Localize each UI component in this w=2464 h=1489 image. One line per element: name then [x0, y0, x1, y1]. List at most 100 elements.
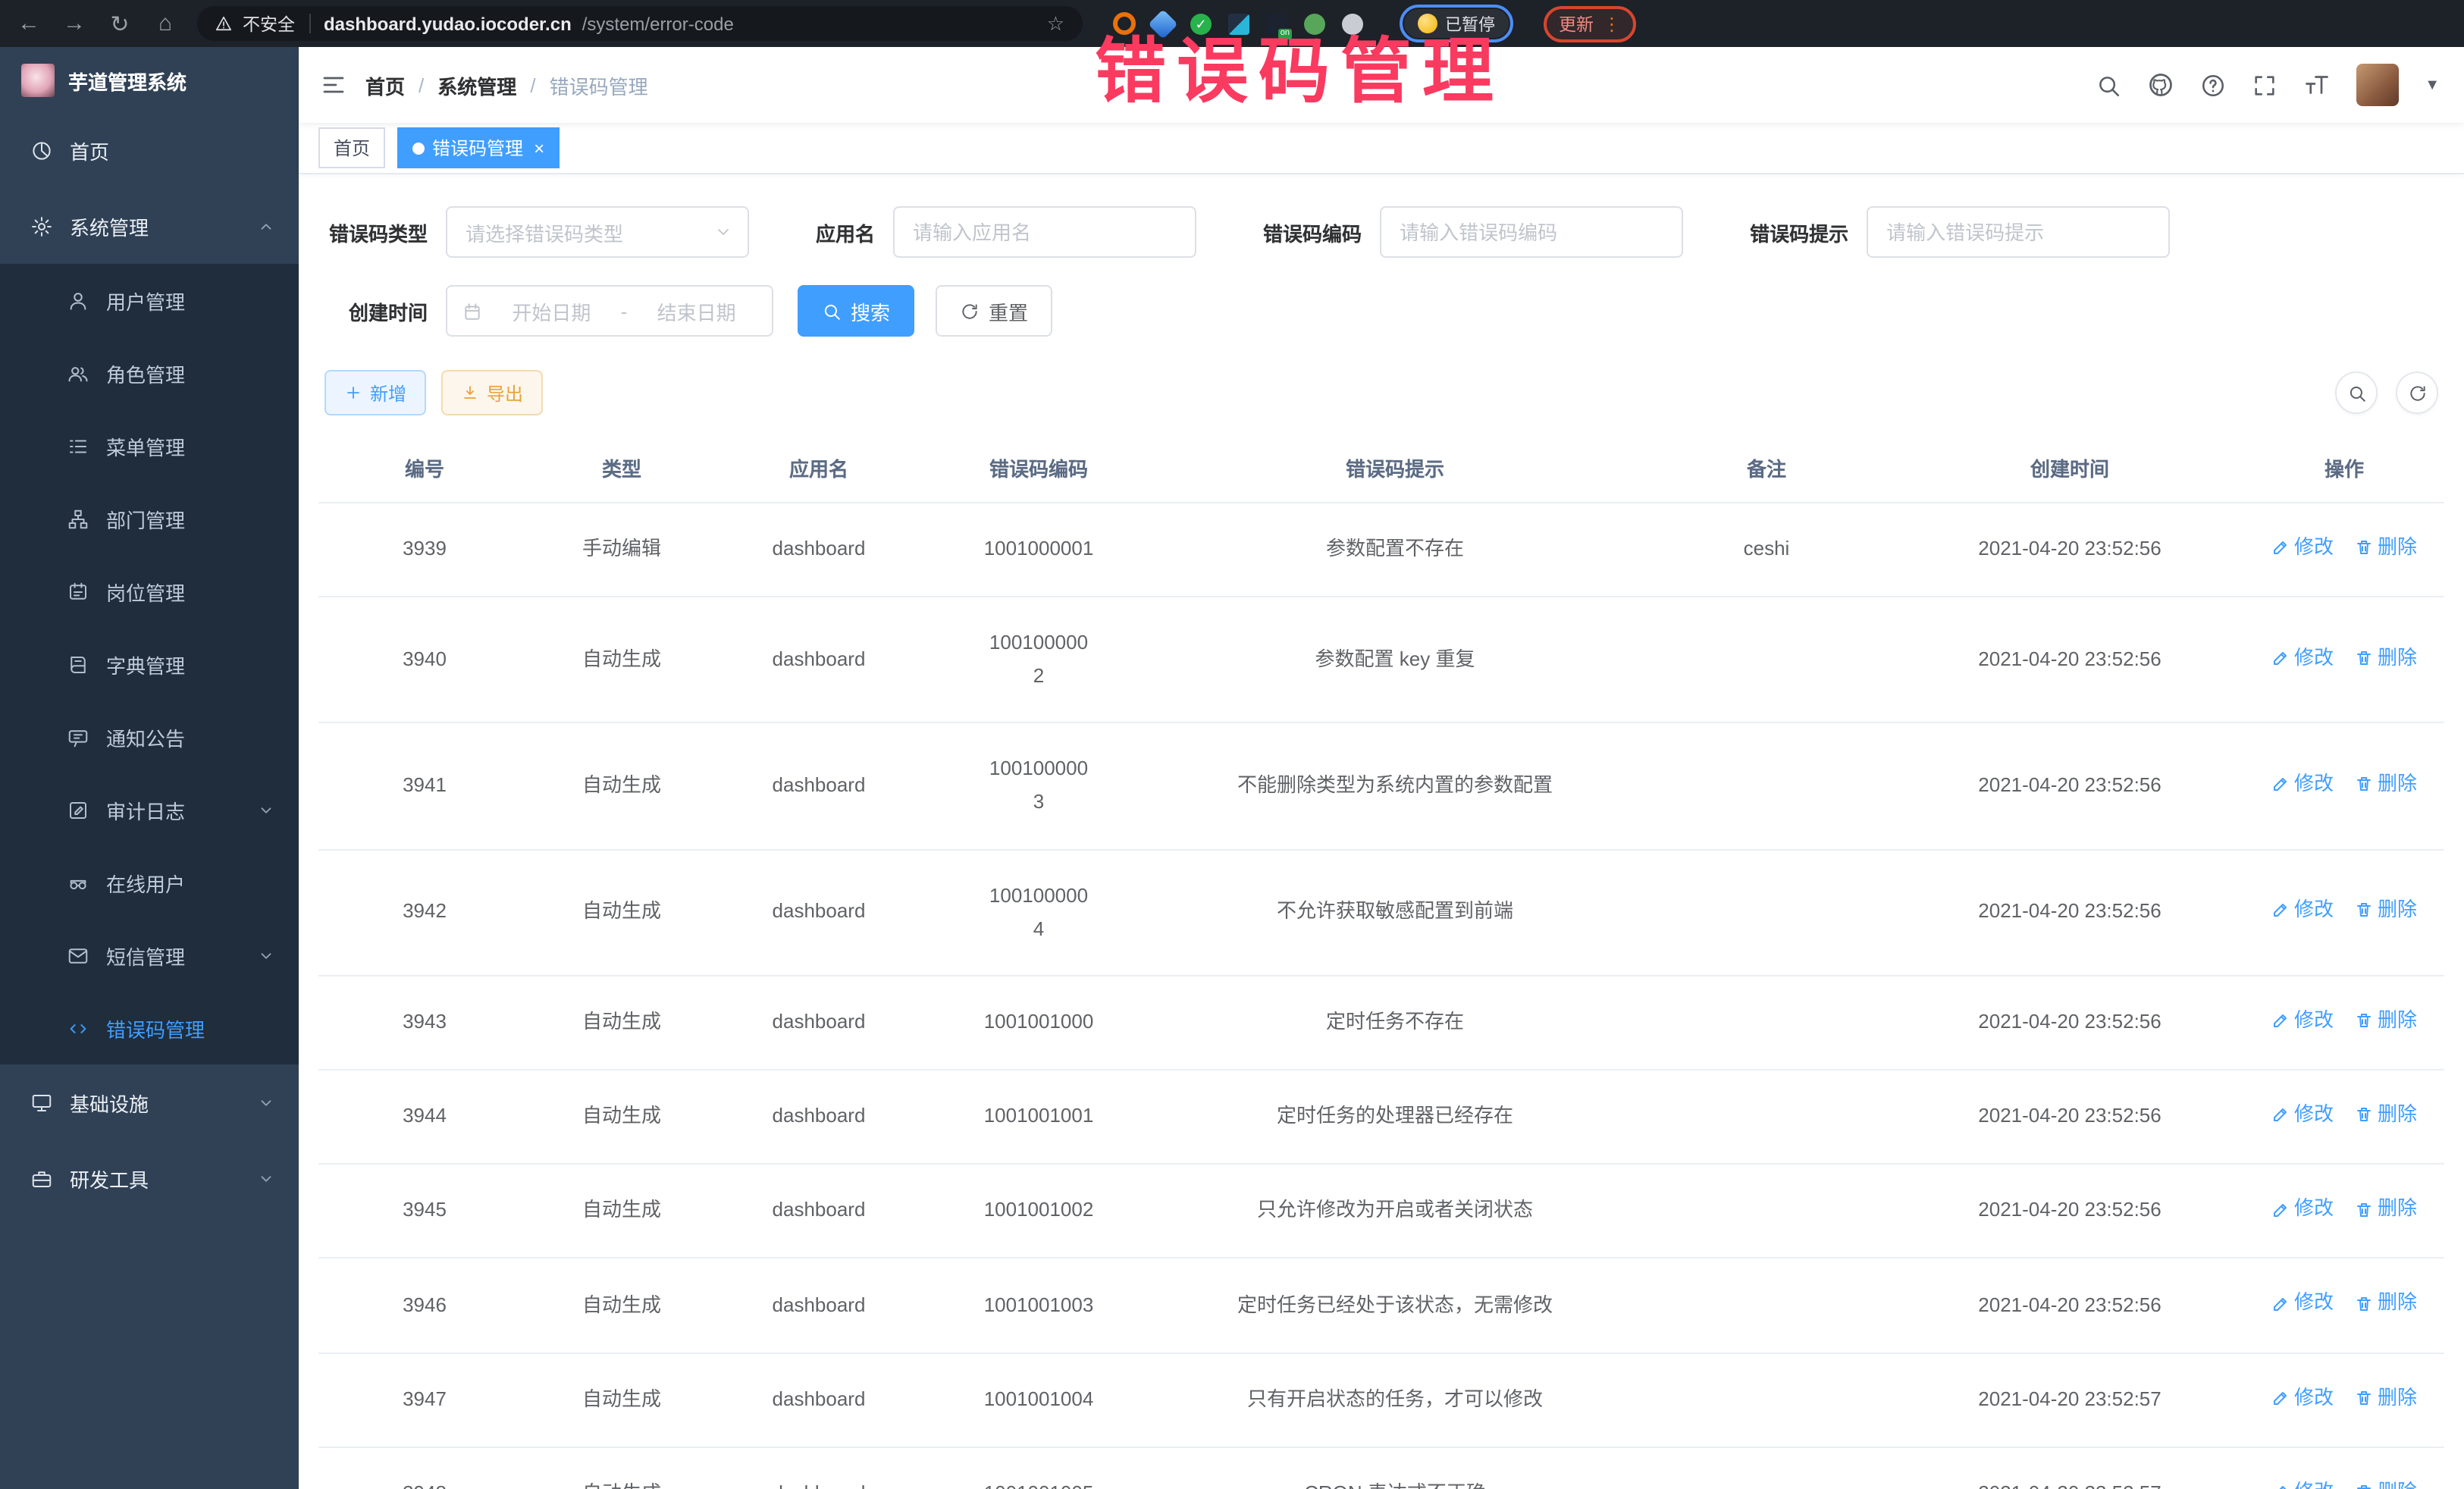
extension-grid-icon[interactable] [1228, 13, 1249, 34]
help-icon[interactable] [2200, 72, 2226, 98]
sidebar-item-角色管理[interactable]: 角色管理 [0, 337, 299, 409]
edit-button[interactable]: 修改 [2271, 1476, 2334, 1489]
navbar-actions: ▼ [2096, 64, 2464, 106]
browser-reload-icon[interactable]: ↻ [106, 10, 133, 37]
breadcrumb-item[interactable]: 首页 [365, 71, 405, 99]
error-code-input[interactable] [1381, 221, 1682, 243]
cell-msg: 参数配置 key 重复 [1152, 597, 1638, 723]
date-range-picker[interactable]: 开始日期 - 结束日期 [446, 285, 773, 337]
edit-button[interactable]: 修改 [2271, 895, 2334, 926]
refresh-table-button[interactable] [2396, 371, 2438, 414]
delete-button[interactable]: 删除 [2355, 642, 2417, 674]
cell-remark [1638, 597, 1895, 723]
add-button[interactable]: 新增 [324, 370, 426, 415]
browser-forward-icon[interactable]: → [61, 11, 88, 36]
filter-error-code: 错误码编码 [1263, 206, 1683, 258]
delete-button[interactable]: 删除 [2355, 1288, 2417, 1320]
edit-button[interactable]: 修改 [2271, 1005, 2334, 1037]
users-icon [67, 362, 89, 384]
sidebar-item-用户管理[interactable]: 用户管理 [0, 264, 299, 337]
edit-button[interactable]: 修改 [2271, 1099, 2334, 1131]
edit-button[interactable]: 修改 [2271, 532, 2334, 564]
browser-update-button[interactable]: 更新 [1559, 11, 1594, 36]
cell-created: 2021-04-20 23:52:56 [1895, 723, 2244, 849]
delete-button[interactable]: 删除 [2355, 1099, 2417, 1131]
extension-on-switch-icon[interactable]: on [1266, 13, 1287, 34]
error-msg-input[interactable] [1868, 221, 2168, 243]
sidebar-item-审计日志[interactable]: 审计日志 [0, 773, 299, 846]
delete-button[interactable]: 删除 [2355, 1382, 2417, 1414]
fullscreen-icon[interactable] [2252, 72, 2277, 98]
reset-button[interactable]: 重置 [936, 285, 1052, 337]
filter-create-time: 创建时间 开始日期 - 结束日期 [324, 285, 773, 337]
tab-错误码管理[interactable]: 错误码管理× [397, 127, 560, 168]
cell-operations: 修改删除 [2244, 1164, 2444, 1258]
delete-button[interactable]: 删除 [2355, 769, 2417, 801]
sidebar-item-岗位管理[interactable]: 岗位管理 [0, 555, 299, 628]
sidebar-item-在线用户[interactable]: 在线用户 [0, 846, 299, 919]
delete-button[interactable]: 删除 [2355, 532, 2417, 564]
font-size-icon[interactable] [2303, 71, 2331, 99]
export-button[interactable]: 导出 [441, 370, 543, 415]
error-type-select[interactable]: 请选择错误码类型 [446, 206, 749, 258]
edit-button[interactable]: 修改 [2271, 642, 2334, 674]
column-header-编号: 编号 [318, 434, 531, 503]
user-avatar[interactable] [2356, 64, 2399, 106]
browser-back-icon[interactable]: ← [15, 11, 42, 36]
sidebar-item-字典管理[interactable]: 字典管理 [0, 628, 299, 701]
chevron-down-icon [258, 801, 274, 818]
browser-home-icon[interactable]: ⌂ [152, 11, 179, 36]
address-bar[interactable]: 不安全 dashboard.yudao.iocoder.cn/system/er… [197, 6, 1083, 41]
delete-button[interactable]: 删除 [2355, 1005, 2417, 1037]
sidebar-item-错误码管理[interactable]: 错误码管理 [0, 992, 299, 1064]
github-icon[interactable] [2147, 71, 2174, 99]
extension-orange-ring-icon[interactable] [1113, 12, 1136, 35]
breadcrumb-item[interactable]: 系统管理 [437, 71, 516, 99]
edit-button[interactable]: 修改 [2271, 769, 2334, 801]
extension-green-check-icon[interactable] [1190, 13, 1212, 34]
table-row: 3940自动生成dashboard1001000002参数配置 key 重复20… [318, 597, 2444, 723]
sidebar-item-label: 角色管理 [106, 359, 185, 387]
sidebar-item-系统管理[interactable]: 系统管理 [0, 188, 299, 264]
edit-icon [2271, 901, 2290, 920]
toggle-search-button[interactable] [2335, 371, 2378, 414]
browser-menu-icon[interactable]: ⋮ [1603, 13, 1621, 34]
app-name-input[interactable] [895, 221, 1195, 243]
dashboard-icon [30, 139, 53, 161]
cell-app: dashboard [713, 1164, 925, 1258]
delete-button[interactable]: 删除 [2355, 895, 2417, 926]
cell-app: dashboard [713, 1447, 925, 1489]
cell-id: 3945 [318, 1164, 531, 1258]
delete-button[interactable]: 删除 [2355, 1476, 2417, 1489]
cell-type: 自动生成 [531, 849, 713, 975]
delete-button[interactable]: 删除 [2355, 1193, 2417, 1225]
search-button[interactable]: 搜索 [798, 285, 914, 337]
sidebar-item-短信管理[interactable]: 短信管理 [0, 919, 299, 992]
extension-blue-gem-icon[interactable] [1148, 8, 1178, 39]
tools-icon [30, 1167, 53, 1190]
close-icon[interactable]: × [534, 137, 544, 158]
filter-error-type: 错误码类型 请选择错误码类型 [324, 206, 749, 258]
sidebar-item-基础设施[interactable]: 基础设施 [0, 1064, 299, 1140]
sidebar-item-部门管理[interactable]: 部门管理 [0, 482, 299, 555]
hamburger-icon[interactable] [320, 71, 347, 99]
trash-icon [2355, 776, 2373, 794]
profile-paused-badge[interactable]: 已暂停 [1404, 9, 1509, 38]
cell-msg: 定时任务不存在 [1152, 976, 1638, 1070]
sidebar-item-研发工具[interactable]: 研发工具 [0, 1140, 299, 1216]
menutree-icon [67, 434, 89, 457]
bookmark-star-icon[interactable]: ☆ [1047, 11, 1064, 36]
tab-首页[interactable]: 首页 [318, 127, 385, 168]
sidebar-item-通知公告[interactable]: 通知公告 [0, 701, 299, 773]
extension-gray-puzzle-icon[interactable] [1342, 13, 1363, 34]
extension-green-icon[interactable] [1304, 13, 1325, 34]
edit-button[interactable]: 修改 [2271, 1382, 2334, 1414]
edit-button[interactable]: 修改 [2271, 1288, 2334, 1320]
sidebar-item-首页[interactable]: 首页 [0, 112, 299, 188]
sidebar-item-菜单管理[interactable]: 菜单管理 [0, 409, 299, 482]
breadcrumb-separator: / [530, 74, 535, 96]
edit-button[interactable]: 修改 [2271, 1193, 2334, 1225]
edit-icon [2271, 1011, 2290, 1030]
chevron-down-icon[interactable]: ▼ [2425, 77, 2440, 93]
search-icon[interactable] [2096, 72, 2121, 98]
